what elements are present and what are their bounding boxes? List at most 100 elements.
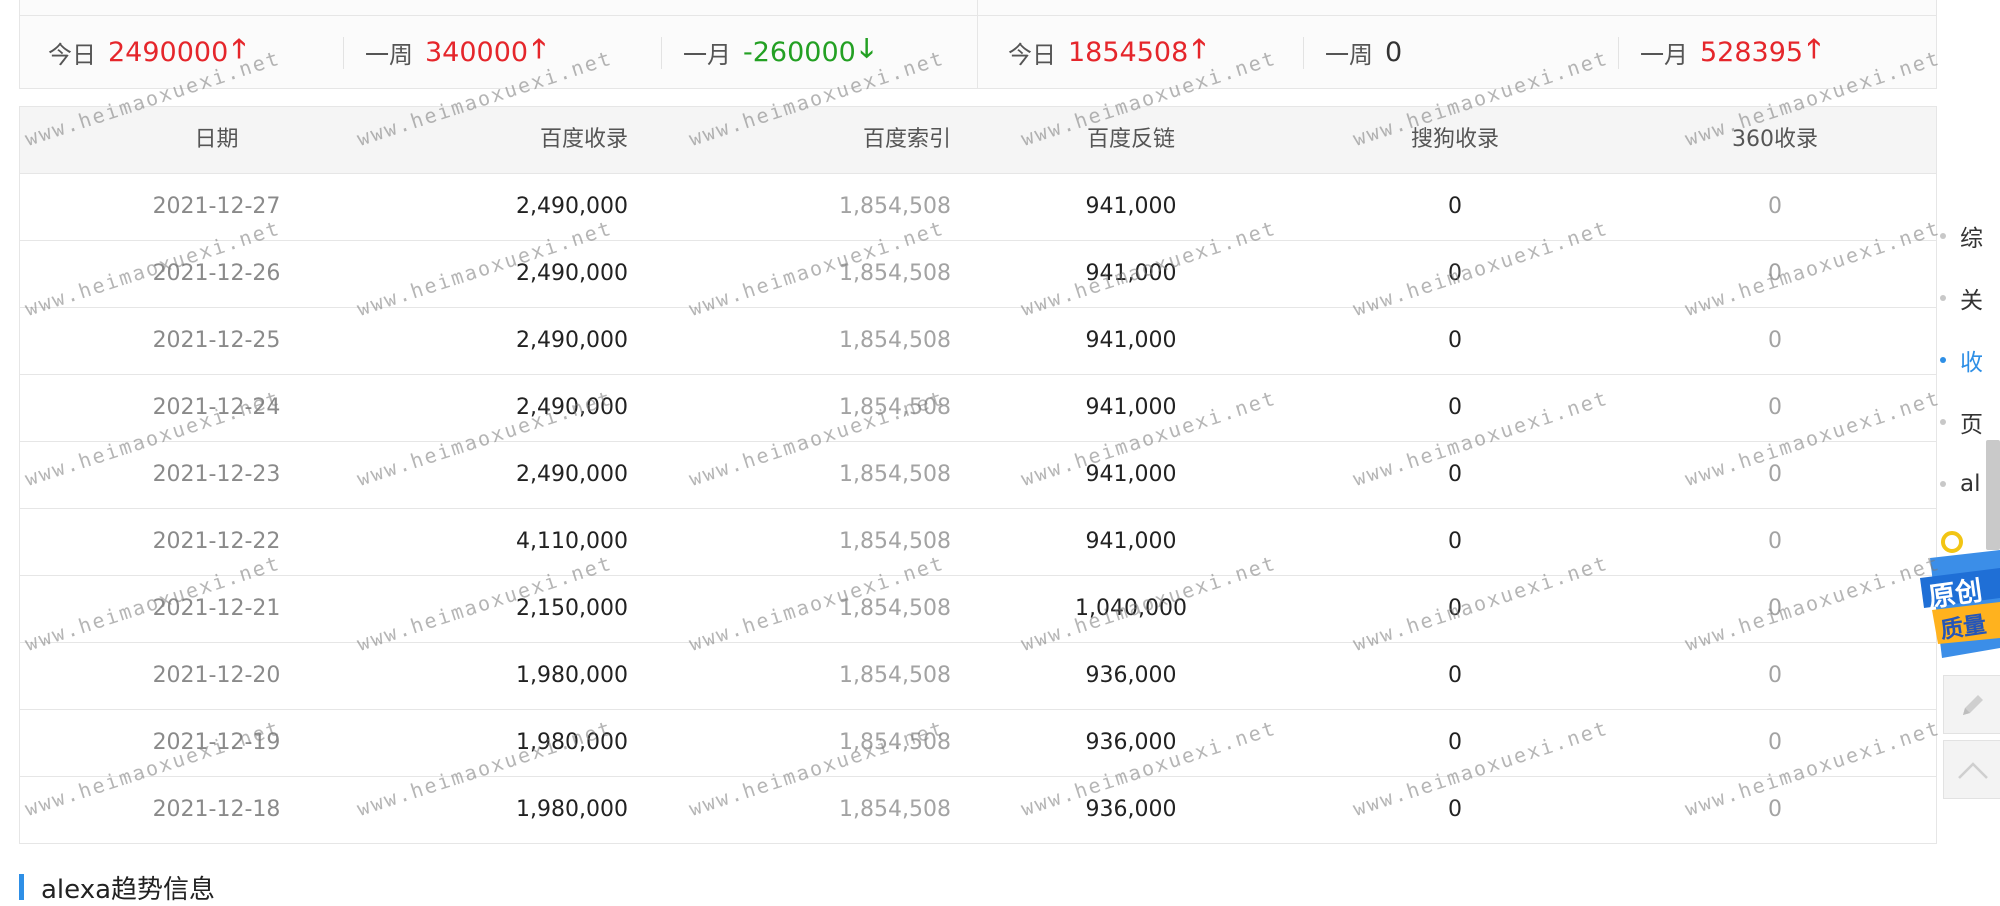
cell-date: 2021-12-20: [152, 663, 281, 688]
cell-360-index: 0: [1768, 395, 1782, 420]
stat-value: 0: [1385, 36, 1403, 68]
stat-baidu-today: 今日 2490000 🡑: [48, 16, 246, 88]
divider: [343, 37, 344, 69]
table-row: 2021-12-22 4,110,000 1,854,508 941,000 0 0: [20, 509, 1936, 576]
trend-summary-bar: 今日 2490000 🡑 一周 340000 🡑 一月 -260000 🡓 今日…: [19, 0, 1937, 89]
cell-360-index: 0: [1768, 194, 1782, 219]
table-row: 2021-12-18 1,980,000 1,854,508 936,000 0 0: [20, 777, 1936, 843]
stat-label: 今日: [48, 40, 96, 69]
arrow-up-icon: 🡑: [1807, 34, 1821, 64]
bullet-icon: [1940, 481, 1946, 487]
bullet-icon: [1940, 233, 1946, 239]
cell-baidu-index: 1,980,000: [516, 730, 628, 755]
arrow-up-icon: 🡑: [232, 34, 246, 64]
cell-baidu-search-index: 1,854,508: [839, 395, 951, 420]
pencil-icon: [1962, 694, 1983, 715]
cell-baidu-backlinks: 936,000: [1085, 730, 1177, 755]
nav-item-label: 收: [1960, 350, 1983, 376]
edit-feedback-button[interactable]: [1943, 675, 2000, 734]
cell-360-index: 0: [1768, 328, 1782, 353]
stat-label: 今日: [1008, 40, 1056, 69]
cell-baidu-search-index: 1,854,508: [839, 730, 951, 755]
cell-sogou-index: 0: [1448, 730, 1462, 755]
cell-date: 2021-12-21: [152, 596, 281, 621]
cell-baidu-index: 2,490,000: [516, 261, 628, 286]
nav-item-keywords[interactable]: 关: [1940, 278, 1983, 318]
cell-sogou-index: 0: [1448, 462, 1462, 487]
cell-360-index: 0: [1768, 462, 1782, 487]
column-header-baidu-backlinks: 百度反链: [1086, 127, 1175, 152]
nav-item-index[interactable]: 收: [1940, 340, 1983, 380]
stat-value: 2490000: [108, 36, 229, 68]
cell-baidu-search-index: 1,854,508: [839, 462, 951, 487]
stat-index-today: 今日 1854508 🡑: [1008, 16, 1206, 88]
column-header-360-index: 360收录: [1732, 127, 1818, 152]
stat-value: 1854508: [1068, 36, 1189, 68]
column-header-sogou-index: 搜狗收录: [1410, 127, 1499, 152]
cell-360-index: 0: [1768, 596, 1782, 621]
cell-360-index: 0: [1768, 797, 1782, 822]
cell-baidu-index: 1,980,000: [516, 797, 628, 822]
stat-label: 一月: [1640, 40, 1688, 69]
promo-text-line2: 质量: [1938, 611, 1989, 645]
nav-item-label: 页: [1960, 412, 1983, 438]
cell-baidu-backlinks: 941,000: [1085, 529, 1177, 554]
stat-index-week: 一周 0: [1303, 16, 1403, 88]
stat-label: 一周: [1325, 40, 1373, 69]
table-header: 日期 百度收录 百度索引 百度反链 搜狗收录 360收录: [20, 107, 1936, 174]
nav-item-alexa[interactable]: al: [1940, 464, 1980, 504]
stat-value: 340000: [425, 36, 529, 68]
stat-baidu-week: 一周 340000 🡑: [343, 16, 546, 88]
table-row: 2021-12-25 2,490,000 1,854,508 941,000 0 0: [20, 308, 1936, 375]
divider: [1618, 37, 1619, 69]
arrow-up-icon: 🡑: [532, 34, 546, 64]
chevron-up-icon: [1957, 761, 1988, 779]
promo-badge[interactable]: 原创 质量: [1912, 528, 2000, 664]
cell-360-index: 0: [1768, 529, 1782, 554]
cell-baidu-index: 1,980,000: [516, 663, 628, 688]
cell-date: 2021-12-26: [152, 261, 281, 286]
stat-baidu-month: 一月 -260000 🡓: [661, 16, 874, 88]
stat-value: 528395: [1700, 36, 1804, 68]
cell-sogou-index: 0: [1448, 596, 1462, 621]
arrow-down-icon: 🡓: [859, 34, 874, 64]
cell-baidu-backlinks: 941,000: [1085, 328, 1177, 353]
nav-item-overview[interactable]: 综: [1940, 216, 1983, 256]
cell-baidu-search-index: 1,854,508: [839, 529, 951, 554]
table-row: 2021-12-26 2,490,000 1,854,508 941,000 0 0: [20, 241, 1936, 308]
accent-bar: [19, 874, 24, 900]
cell-sogou-index: 0: [1448, 261, 1462, 286]
cell-baidu-backlinks: 936,000: [1085, 663, 1177, 688]
cell-baidu-index: 2,490,000: [516, 328, 628, 353]
section-title: alexa趋势信息: [41, 874, 216, 905]
cell-baidu-search-index: 1,854,508: [839, 194, 951, 219]
divider: [1303, 37, 1304, 69]
table-body: 2021-12-27 2,490,000 1,854,508 941,000 0 0 202…: [20, 174, 1936, 843]
back-to-top-button[interactable]: [1943, 740, 2000, 799]
column-header-date: 日期: [194, 127, 239, 152]
cell-date: 2021-12-19: [152, 730, 281, 755]
cell-sogou-index: 0: [1448, 328, 1462, 353]
table-row: 2021-12-23 2,490,000 1,854,508 941,000 0 0: [20, 442, 1936, 509]
cell-baidu-index: 2,490,000: [516, 194, 628, 219]
bullet-icon: [1940, 419, 1946, 425]
cell-baidu-search-index: 1,854,508: [839, 596, 951, 621]
cell-baidu-backlinks: 941,000: [1085, 395, 1177, 420]
cell-baidu-search-index: 1,854,508: [839, 797, 951, 822]
nav-item-pages[interactable]: 页: [1940, 402, 1983, 442]
stat-index-month: 一月 528395 🡑: [1618, 16, 1821, 88]
column-header-baidu-search-index: 百度索引: [862, 127, 951, 152]
cell-baidu-search-index: 1,854,508: [839, 328, 951, 353]
cell-baidu-index: 2,490,000: [516, 462, 628, 487]
table-row: 2021-12-27 2,490,000 1,854,508 941,000 0 0: [20, 174, 1936, 241]
cell-date: 2021-12-22: [152, 529, 281, 554]
stat-value: -260000: [743, 36, 856, 68]
cell-360-index: 0: [1768, 730, 1782, 755]
arrow-up-icon: 🡑: [1192, 34, 1206, 64]
cell-sogou-index: 0: [1448, 663, 1462, 688]
bullet-icon: [1940, 295, 1946, 301]
cell-baidu-search-index: 1,854,508: [839, 261, 951, 286]
nav-item-label: 综: [1960, 226, 1983, 252]
cell-sogou-index: 0: [1448, 395, 1462, 420]
section-heading-alexa: alexa趋势信息: [19, 872, 215, 905]
